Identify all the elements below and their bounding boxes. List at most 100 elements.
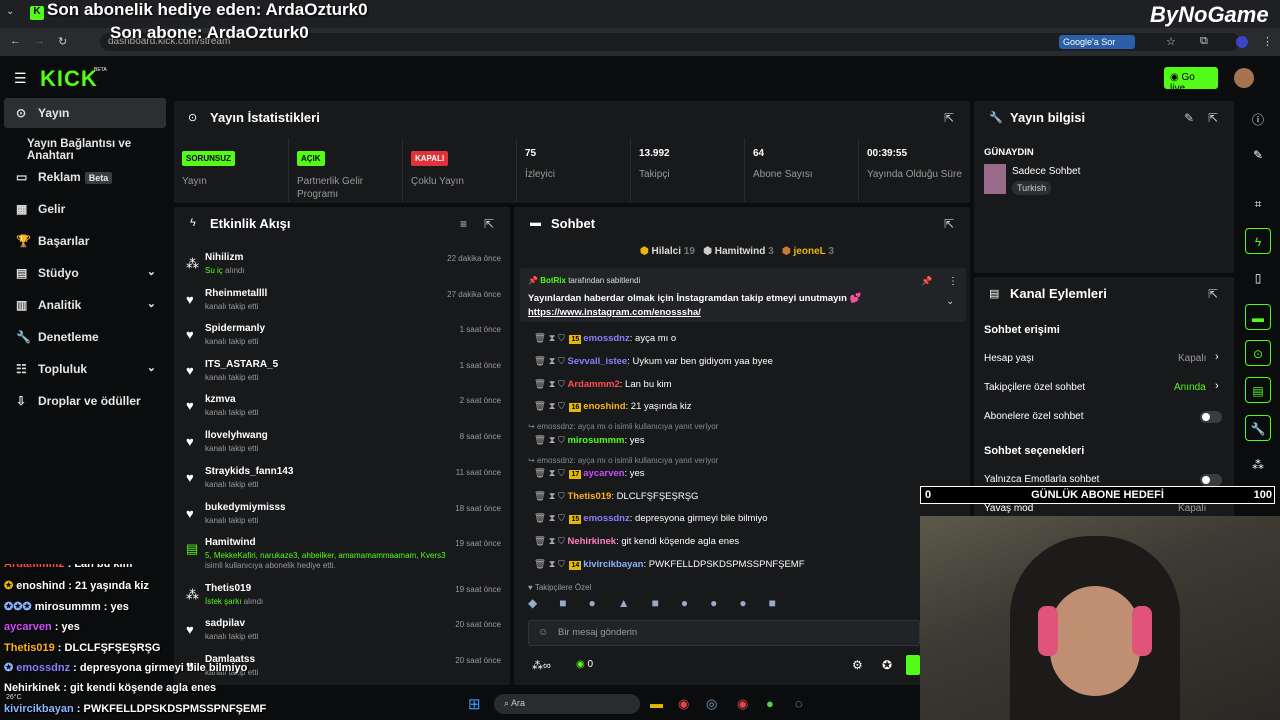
activity-user[interactable]: sadpilav — [205, 618, 245, 629]
lightning-icon[interactable]: ϟ — [1245, 228, 1271, 254]
activity-user[interactable]: bukedymiymisss — [205, 502, 286, 513]
emote-bar[interactable]: ◆■●▲■●●●■ — [528, 596, 918, 614]
account-age-value[interactable]: Kapalı — [1178, 353, 1206, 364]
chrome-icon[interactable]: ◉ — [678, 696, 689, 712]
activity-user[interactable]: Rheinmetallll — [205, 288, 267, 299]
chat-username[interactable]: Nehirkinek — [567, 536, 616, 547]
steam-icon[interactable]: ◎ — [706, 696, 717, 712]
obs-icon[interactable]: ◌ — [795, 696, 803, 711]
mod-tools-icon[interactable]: 🗑 ⧗ ⛉ — [534, 356, 567, 367]
windows-start-icon[interactable]: ⊞ — [468, 695, 481, 713]
slow-mode-value[interactable]: Kapalı — [1178, 503, 1206, 514]
edit-icon[interactable]: ✎ — [1184, 111, 1194, 125]
browser-menu-icon[interactable]: ⋮ — [1262, 35, 1273, 48]
category-name[interactable]: Sadece Sohbet — [1012, 166, 1080, 177]
points-icon[interactable]: ⁂ — [1245, 452, 1271, 478]
activity-user[interactable]: Hamitwind — [205, 537, 256, 548]
activity-time: 19 saat önce — [455, 539, 501, 548]
back-icon[interactable]: ← — [10, 35, 21, 47]
mod-tools-icon[interactable]: 🗑 ⧗ ⛉ — [534, 468, 567, 479]
reload-icon[interactable]: ↻ — [58, 35, 67, 48]
sidebar-item-analitik[interactable]: ▥ Analitik ⌄ — [4, 290, 166, 320]
actions-icon[interactable]: ▤ — [1245, 377, 1271, 403]
forward-icon[interactable]: → — [34, 35, 45, 47]
activity-user[interactable]: Thetis019 — [205, 583, 251, 594]
chevron-right-icon[interactable]: › — [1215, 380, 1219, 392]
activity-user[interactable]: Spidermanly — [205, 323, 265, 334]
mod-tools-icon[interactable]: 🗑 ⧗ ⛉ — [534, 536, 567, 547]
extensions-icon[interactable]: ⧉ — [1200, 35, 1208, 48]
chat-username[interactable]: emossdnz — [583, 333, 629, 344]
crop-icon[interactable]: ⌗ — [1245, 191, 1271, 217]
sidebar-item-gelir[interactable]: ▦ Gelir — [4, 194, 166, 224]
chat-username[interactable]: emossdnz — [583, 513, 629, 524]
sidebar-item-droplar[interactable]: ⇩ Droplar ve ödüller — [4, 386, 166, 416]
chat-username[interactable]: kivircikbayan — [583, 559, 643, 570]
kick-logo[interactable]: KICK — [40, 66, 98, 92]
google-sor-button[interactable]: Google'a Sor — [1059, 35, 1135, 49]
mod-tools-icon[interactable]: 🗑 ⧗ ⛉ — [534, 491, 567, 502]
spotify-icon[interactable]: ● — [766, 696, 774, 711]
mod-tools-icon[interactable]: 🗑 ⧗ ⛉ — [534, 435, 567, 446]
sidebar-item-stream-key[interactable]: Yayın Bağlantısı ve Anahtarı — [4, 130, 174, 162]
document-icon[interactable]: ▯ — [1245, 265, 1271, 291]
expand-icon[interactable]: ⇱ — [1208, 111, 1218, 125]
bookmark-star-icon[interactable]: ☆ — [1166, 35, 1176, 48]
go-live-button[interactable]: ◉ Go live — [1164, 67, 1218, 94]
chat-username[interactable]: Ardammm2 — [567, 379, 619, 390]
sidebar-item-topluluk[interactable]: ☷ Topluluk ⌄ — [4, 354, 166, 384]
mod-tools-icon[interactable]: 🗑 ⧗ ⛉ — [534, 513, 567, 524]
unpin-icon[interactable]: 📌 — [921, 276, 932, 287]
chat-username[interactable]: Thetis019 — [567, 491, 611, 502]
chat-icon[interactable]: ▬ — [1245, 304, 1271, 330]
activity-item: ♥ bukedymiymisss kanalı takip etti 18 saat … — [186, 502, 506, 538]
mod-tools-icon[interactable]: 🗑 ⧗ ⛉ — [534, 559, 567, 570]
expand-icon[interactable]: ⇱ — [944, 111, 954, 125]
emote-only-toggle[interactable] — [1200, 474, 1222, 486]
chevron-right-icon[interactable]: › — [1215, 351, 1219, 363]
chevron-down-icon[interactable]: ⌄ — [946, 296, 954, 307]
sidebar-item-reklam[interactable]: ▭ Reklam Beta — [4, 162, 166, 192]
info-icon[interactable]: ⓘ — [1245, 105, 1271, 131]
settings-icon[interactable]: ⚙ — [852, 658, 863, 672]
followers-only-chat-value[interactable]: Anında — [1174, 382, 1206, 393]
hamburger-menu-icon[interactable]: ☰ — [14, 70, 27, 87]
expand-icon[interactable]: ⇱ — [1208, 287, 1218, 301]
activity-user[interactable]: llovelyhwang — [205, 430, 268, 441]
wrench-icon[interactable]: 🔧 — [1245, 415, 1271, 441]
user-avatar[interactable] — [1234, 68, 1254, 88]
chat-username[interactable]: Sevvall_istee — [567, 356, 627, 367]
subs-only-toggle[interactable] — [1200, 411, 1222, 423]
mod-tools-icon[interactable]: 🗑 ⧗ ⛉ — [534, 379, 567, 390]
sidebar-item-studyo[interactable]: ▤ Stüdyo ⌄ — [4, 258, 166, 288]
activity-user[interactable]: Straykids_fann143 — [205, 466, 293, 477]
chat-username[interactable]: enoshind — [583, 401, 625, 412]
chat-username[interactable]: mirosummm — [567, 435, 624, 446]
chrome-active-icon[interactable]: ◉ — [737, 696, 748, 712]
filter-icon[interactable]: ≡ — [460, 217, 467, 231]
broadcast-icon[interactable]: ⊙ — [1245, 340, 1271, 366]
activity-user[interactable]: Nihilizm — [205, 252, 243, 263]
stat-label: Yayında Olduğu Süre — [867, 169, 962, 180]
chat-username[interactable]: aycarven — [583, 468, 624, 479]
expand-icon[interactable]: ⇱ — [944, 217, 954, 231]
badge-icon[interactable]: ✪ — [882, 658, 892, 672]
points-icon[interactable]: ⁂∞ — [532, 659, 551, 672]
pencil-icon[interactable]: ✎ — [1245, 142, 1271, 168]
pinned-link[interactable]: https://www.instagram.com/enosssha/ — [528, 307, 701, 318]
activity-user[interactable]: ITS_ASTARA_5 — [205, 359, 278, 370]
sidebar-item-basarilar[interactable]: 🏆 Başarılar — [4, 226, 166, 256]
activity-user[interactable]: kzmva — [205, 394, 236, 405]
heart-icon: ♥ — [186, 622, 194, 637]
folder-icon[interactable]: ▬ — [650, 696, 663, 711]
mod-tools-icon[interactable]: 🗑 ⧗ ⛉ — [534, 333, 567, 344]
tab-list-icon[interactable]: ⌄ — [6, 6, 14, 17]
more-icon[interactable]: ⋮ — [948, 276, 958, 287]
mod-tools-icon[interactable]: 🗑 ⧗ ⛉ — [534, 401, 567, 412]
taskbar-search[interactable]: ⌕ Ara — [494, 694, 640, 714]
sidebar-item-denetleme[interactable]: 🔧 Denetleme — [4, 322, 166, 352]
send-button[interactable] — [906, 655, 920, 675]
profile-icon[interactable] — [1236, 36, 1248, 48]
sidebar-item-yayin[interactable]: ⊙ Yayın — [4, 98, 166, 128]
expand-icon[interactable]: ⇱ — [484, 217, 494, 231]
